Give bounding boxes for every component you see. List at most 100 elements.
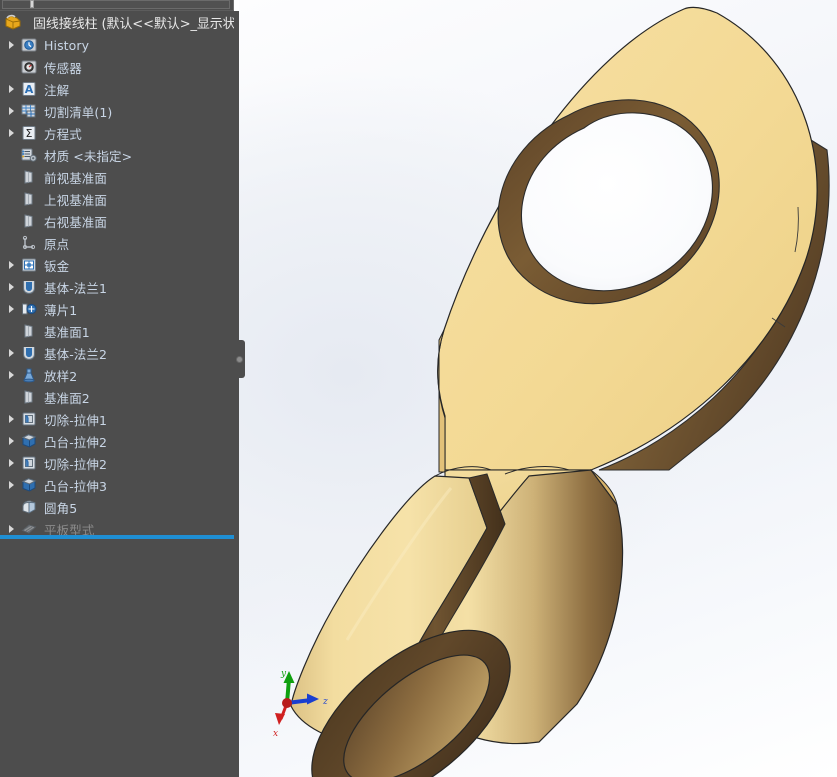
feature-tree-item-label: 基体-法兰2 bbox=[44, 346, 108, 362]
feature-tree-item-label: 方程式 bbox=[44, 126, 82, 142]
origin-icon bbox=[20, 234, 38, 252]
feature-tree-item[interactable]: 放样2 bbox=[0, 364, 234, 386]
feature-tree-item-label: 放样2 bbox=[44, 368, 78, 384]
feature-tree-item-label: 凸台-拉伸3 bbox=[44, 478, 108, 494]
feature-tree-item[interactable]: 原点 bbox=[0, 232, 234, 254]
model-render: y z x bbox=[273, 6, 830, 777]
root-label: 固线接线柱 (默认<<默认>_显示状态 1: bbox=[33, 16, 234, 32]
feature-tree-item[interactable]: 上视基准面 bbox=[0, 188, 234, 210]
feature-tree-item-label: 切除-拉伸2 bbox=[44, 456, 108, 472]
feature-tree-item[interactable]: 薄片1 bbox=[0, 298, 234, 320]
chevron-right-icon[interactable] bbox=[2, 129, 20, 137]
triad-x-label: x bbox=[273, 729, 278, 739]
chevron-right-icon[interactable] bbox=[2, 305, 20, 313]
fillet-icon bbox=[20, 498, 38, 516]
solidworks-window: y z x 固线接线柱 (默认<<默认>_显示状态 1: History 传感器 A… bbox=[0, 0, 837, 777]
feature-tree-item-label: 切除-拉伸1 bbox=[44, 412, 108, 428]
feature-tree-item-label: 原点 bbox=[44, 236, 70, 252]
svg-text:A: A bbox=[25, 83, 34, 96]
chevron-right-icon[interactable] bbox=[2, 85, 20, 93]
plane-icon bbox=[20, 168, 38, 186]
feature-tree-item-label: 传感器 bbox=[44, 60, 82, 76]
feature-tree-item-label: 材质 <未指定> bbox=[44, 148, 133, 164]
feature-tree-item-label: 凸台-拉伸2 bbox=[44, 434, 108, 450]
feature-tree-item-label: 右视基准面 bbox=[44, 214, 108, 230]
top-toolbar-strip[interactable] bbox=[0, 0, 234, 11]
chevron-right-icon[interactable] bbox=[2, 371, 20, 379]
feature-tree-item-label: 圆角5 bbox=[44, 500, 78, 516]
sheetmetal-icon bbox=[20, 256, 38, 274]
plane-icon bbox=[20, 388, 38, 406]
feature-tree-item[interactable]: Σ 方程式 bbox=[0, 122, 234, 144]
feature-tree-item[interactable]: 基体-法兰2 bbox=[0, 342, 234, 364]
feature-tree-item[interactable]: 右视基准面 bbox=[0, 210, 234, 232]
rollback-bar[interactable] bbox=[0, 535, 234, 539]
base-flange-icon bbox=[20, 344, 38, 362]
base-flange-icon bbox=[20, 278, 38, 296]
svg-text:Σ: Σ bbox=[26, 127, 33, 140]
sensor-icon bbox=[20, 58, 38, 76]
chevron-right-icon[interactable] bbox=[2, 349, 20, 357]
plane-icon bbox=[20, 190, 38, 208]
equations-icon: Σ bbox=[20, 124, 38, 142]
chevron-right-icon[interactable] bbox=[2, 41, 20, 49]
feature-tree-item[interactable]: 前视基准面 bbox=[0, 166, 234, 188]
graphics-viewport[interactable]: y z x bbox=[239, 0, 837, 777]
feature-tree-item[interactable]: 材质 <未指定> bbox=[0, 144, 234, 166]
feature-manager-panel[interactable]: 固线接线柱 (默认<<默认>_显示状态 1: History 传感器 A 注解切割清单… bbox=[0, 11, 234, 777]
feature-tree-item[interactable]: 传感器 bbox=[0, 56, 234, 78]
text-cursor-icon bbox=[30, 0, 34, 8]
chevron-right-icon[interactable] bbox=[2, 415, 20, 423]
top-toolbar-inner[interactable] bbox=[2, 0, 230, 9]
panel-splitter[interactable] bbox=[234, 11, 239, 777]
feature-tree-item-label: 基体-法兰1 bbox=[44, 280, 108, 296]
panel-splitter-handle[interactable] bbox=[234, 340, 245, 378]
splitter-grip-icon bbox=[236, 355, 243, 363]
plane-icon bbox=[20, 212, 38, 230]
feature-tree-item-label: 薄片1 bbox=[44, 302, 78, 318]
feature-tree-item[interactable]: 基体-法兰1 bbox=[0, 276, 234, 298]
plane-icon bbox=[20, 322, 38, 340]
feature-tree-root[interactable]: 固线接线柱 (默认<<默认>_显示状态 1: bbox=[0, 11, 234, 33]
feature-tree-item[interactable]: History bbox=[0, 34, 234, 56]
feature-tree-item[interactable]: 切除-拉伸2 bbox=[0, 452, 234, 474]
feature-tree-item-label: 上视基准面 bbox=[44, 192, 108, 208]
chevron-right-icon[interactable] bbox=[2, 107, 20, 115]
feature-tree-item-label: 注解 bbox=[44, 82, 70, 98]
extrude-cut-icon bbox=[20, 410, 38, 428]
feature-tree-item[interactable]: 钣金 bbox=[0, 254, 234, 276]
extrude-boss-icon bbox=[20, 476, 38, 494]
feature-tree-item-label: 基准面2 bbox=[44, 390, 90, 406]
loft-icon bbox=[20, 366, 38, 384]
history-icon bbox=[20, 36, 38, 54]
feature-tree-item[interactable]: 切割清单(1) bbox=[0, 100, 234, 122]
feature-tree-item-label: 钣金 bbox=[44, 258, 70, 274]
chevron-right-icon[interactable] bbox=[2, 437, 20, 445]
feature-tree-item[interactable]: A 注解 bbox=[0, 78, 234, 100]
feature-tree-item-label: 切割清单(1) bbox=[44, 104, 113, 120]
annotation-icon: A bbox=[20, 80, 38, 98]
feature-tree[interactable]: History 传感器 A 注解切割清单(1) Σ 方程式材质 <未指定> 前视基准面上视基… bbox=[0, 34, 234, 540]
feature-tree-item[interactable]: 基准面1 bbox=[0, 320, 234, 342]
extrude-boss-icon bbox=[20, 432, 38, 450]
feature-tree-item-label: 前视基准面 bbox=[44, 170, 108, 186]
feature-tree-item[interactable]: 切除-拉伸1 bbox=[0, 408, 234, 430]
triad-y-label: y bbox=[280, 669, 287, 679]
feature-tree-item[interactable]: 圆角5 bbox=[0, 496, 234, 518]
feature-tree-item[interactable]: 凸台-拉伸3 bbox=[0, 474, 234, 496]
feature-tree-item[interactable]: 基准面2 bbox=[0, 386, 234, 408]
tab-icon bbox=[20, 300, 38, 318]
chevron-right-icon[interactable] bbox=[2, 283, 20, 291]
chevron-right-icon[interactable] bbox=[2, 459, 20, 467]
extrude-cut-icon bbox=[20, 454, 38, 472]
feature-tree-item-label: History bbox=[44, 37, 90, 53]
feature-tree-item-label: 基准面1 bbox=[44, 324, 90, 340]
chevron-right-icon[interactable] bbox=[2, 481, 20, 489]
feature-tree-item[interactable]: 凸台-拉伸2 bbox=[0, 430, 234, 452]
chevron-right-icon[interactable] bbox=[2, 261, 20, 269]
part-icon bbox=[4, 13, 22, 31]
triad-z-label: z bbox=[322, 697, 328, 707]
cutlist-icon bbox=[20, 102, 38, 120]
material-icon bbox=[20, 146, 38, 164]
chevron-right-icon[interactable] bbox=[2, 525, 20, 533]
